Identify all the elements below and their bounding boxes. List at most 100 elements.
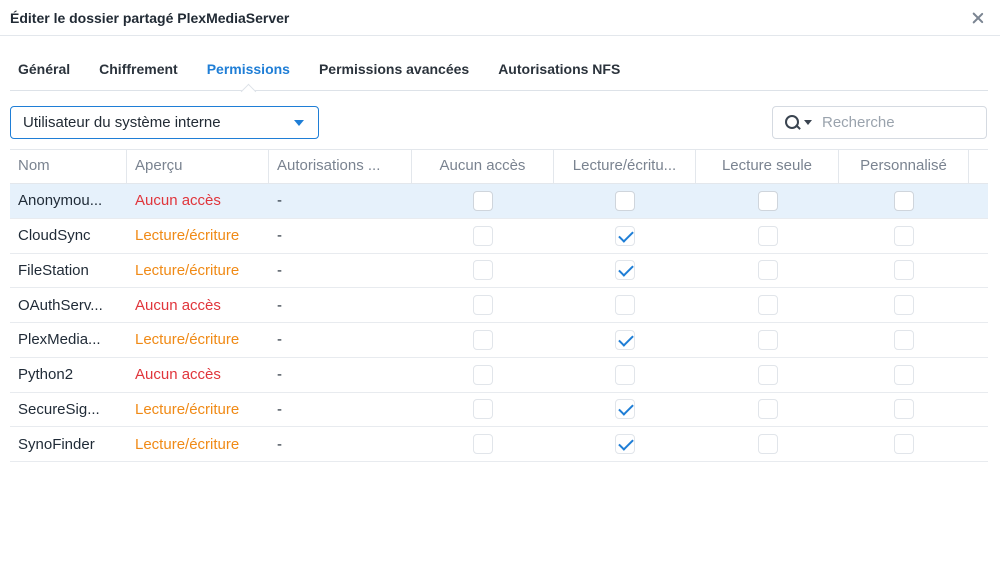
cell-read-only xyxy=(696,254,839,288)
read-only-checkbox[interactable] xyxy=(757,260,778,281)
tab-permissions[interactable]: Permissions xyxy=(207,36,290,91)
table-row[interactable]: FileStation Lecture/écriture - xyxy=(10,254,988,289)
table-row[interactable]: PlexMedia... Lecture/écriture - xyxy=(10,323,988,358)
search-box[interactable] xyxy=(772,106,987,139)
read-write-checkbox[interactable] xyxy=(615,399,635,420)
read-only-checkbox[interactable] xyxy=(757,434,778,455)
search-input[interactable] xyxy=(820,113,970,132)
read-write-checkbox[interactable] xyxy=(615,225,635,246)
cell-filler xyxy=(969,393,988,427)
read-only-checkbox[interactable] xyxy=(757,329,778,350)
read-write-checkbox[interactable] xyxy=(615,434,635,455)
read-write-checkbox[interactable] xyxy=(615,260,635,281)
cell-read-write xyxy=(554,393,696,427)
cell-name: Python2 xyxy=(18,366,74,384)
table-row[interactable]: OAuthServ... Aucun accès - xyxy=(10,288,988,323)
table-row[interactable]: Python2 Aucun accès - xyxy=(10,358,988,393)
user-type-dropdown[interactable]: Utilisateur du système interne xyxy=(10,106,319,139)
read-only-checkbox[interactable] xyxy=(757,295,778,316)
cell-no-access xyxy=(412,288,554,322)
cell-read-write xyxy=(554,427,696,461)
no-access-checkbox[interactable] xyxy=(473,260,493,281)
read-write-checkbox[interactable] xyxy=(615,329,635,350)
custom-checkbox[interactable] xyxy=(894,295,914,316)
cell-filler xyxy=(969,427,988,461)
column-header-inherited[interactable]: Autorisations ... xyxy=(269,149,412,184)
custom-checkbox[interactable] xyxy=(894,190,914,211)
tab-nfs-permissions[interactable]: Autorisations NFS xyxy=(498,36,620,91)
custom-checkbox[interactable] xyxy=(894,434,914,455)
cell-custom xyxy=(839,219,969,253)
custom-checkbox[interactable] xyxy=(894,260,914,281)
read-only-checkbox[interactable] xyxy=(757,190,778,211)
cell-inherited: - xyxy=(277,331,282,349)
cell-no-access xyxy=(412,358,554,392)
column-header-read-only[interactable]: Lecture seule xyxy=(696,149,839,184)
cell-no-access xyxy=(412,184,554,218)
custom-checkbox[interactable] xyxy=(894,329,914,350)
read-only-checkbox[interactable] xyxy=(757,364,778,385)
cell-name: Anonymou... xyxy=(18,192,103,210)
no-access-checkbox[interactable] xyxy=(473,190,493,211)
no-access-checkbox[interactable] xyxy=(473,225,493,246)
cell-read-only xyxy=(696,393,839,427)
no-access-checkbox[interactable] xyxy=(473,399,493,420)
cell-preview: Aucun accès xyxy=(135,192,221,210)
cell-inherited: - xyxy=(277,296,282,314)
read-write-checkbox[interactable] xyxy=(615,190,635,211)
cell-name: SecureSig... xyxy=(18,400,100,418)
cell-filler xyxy=(969,184,988,218)
no-access-checkbox[interactable] xyxy=(473,364,493,385)
cell-filler xyxy=(969,323,988,357)
cell-name: OAuthServ... xyxy=(18,296,103,314)
cell-custom xyxy=(839,427,969,461)
cell-read-write xyxy=(554,358,696,392)
cell-inherited: - xyxy=(277,435,282,453)
column-header-no-access[interactable]: Aucun accès xyxy=(412,149,554,184)
cell-read-only xyxy=(696,219,839,253)
close-icon[interactable] xyxy=(970,10,986,26)
cell-custom xyxy=(839,393,969,427)
table-row[interactable]: SecureSig... Lecture/écriture - xyxy=(10,393,988,428)
window-titlebar: Éditer le dossier partagé PlexMediaServe… xyxy=(0,0,1000,36)
column-header-read-write[interactable]: Lecture/écritu... xyxy=(554,149,696,184)
cell-read-only xyxy=(696,358,839,392)
permissions-table: Nom Aperçu Autorisations ... Aucun accès… xyxy=(10,149,988,462)
cell-inherited: - xyxy=(277,192,282,210)
tab-advanced-permissions[interactable]: Permissions avancées xyxy=(319,36,469,91)
column-header-name[interactable]: Nom xyxy=(10,149,127,184)
read-only-checkbox[interactable] xyxy=(757,225,778,246)
no-access-checkbox[interactable] xyxy=(473,329,493,350)
search-icon[interactable] xyxy=(785,114,801,131)
custom-checkbox[interactable] xyxy=(894,364,914,385)
cell-preview: Lecture/écriture xyxy=(135,400,240,418)
column-header-custom[interactable]: Personnalisé xyxy=(839,149,969,184)
cell-no-access xyxy=(412,323,554,357)
cell-filler xyxy=(969,254,988,288)
tab-encryption[interactable]: Chiffrement xyxy=(99,36,178,91)
table-row[interactable]: CloudSync Lecture/écriture - xyxy=(10,219,988,254)
cell-custom xyxy=(839,184,969,218)
no-access-checkbox[interactable] xyxy=(473,434,493,455)
table-row[interactable]: SynoFinder Lecture/écriture - xyxy=(10,427,988,462)
cell-read-write xyxy=(554,254,696,288)
cell-preview: Lecture/écriture xyxy=(135,435,240,453)
read-only-checkbox[interactable] xyxy=(757,399,778,420)
cell-filler xyxy=(969,288,988,322)
no-access-checkbox[interactable] xyxy=(473,295,493,316)
read-write-checkbox[interactable] xyxy=(615,295,635,316)
tab-general[interactable]: Général xyxy=(18,36,70,91)
table-body: Anonymou... Aucun accès - CloudSync Lect… xyxy=(10,184,988,462)
user-type-selected-value: Utilisateur du système interne xyxy=(23,114,221,131)
column-header-preview[interactable]: Aperçu xyxy=(127,149,269,184)
cell-name: CloudSync xyxy=(18,227,91,245)
cell-custom xyxy=(839,254,969,288)
read-write-checkbox[interactable] xyxy=(615,364,635,385)
search-options-caret-icon[interactable] xyxy=(804,120,812,125)
custom-checkbox[interactable] xyxy=(894,225,914,246)
custom-checkbox[interactable] xyxy=(894,399,914,420)
cell-read-only xyxy=(696,427,839,461)
caret-down-icon xyxy=(294,120,304,126)
table-row[interactable]: Anonymou... Aucun accès - xyxy=(10,184,988,219)
cell-custom xyxy=(839,288,969,322)
